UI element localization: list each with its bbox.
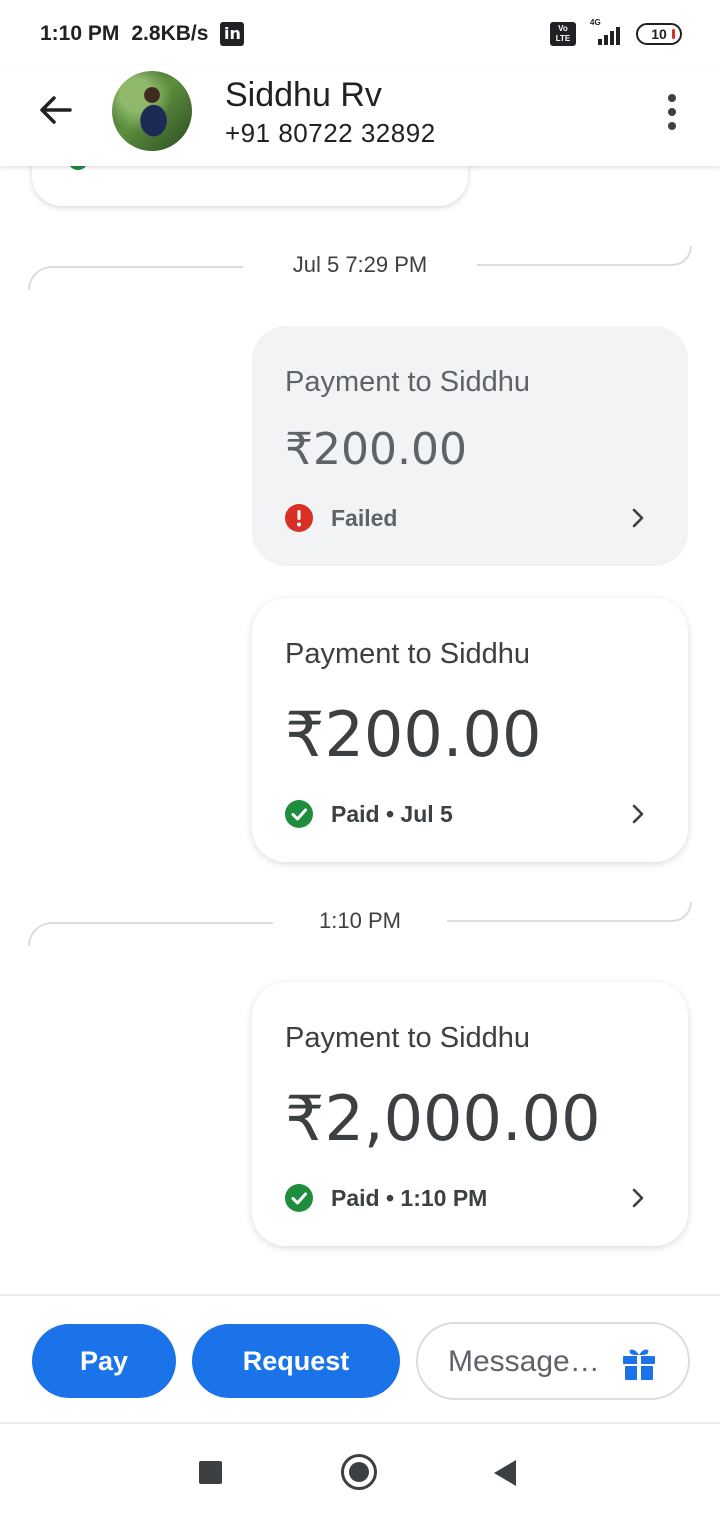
home-icon[interactable] (341, 1454, 377, 1490)
status-time: 1:10 PM (40, 22, 120, 45)
contact-phone: +91 80722 32892 (225, 118, 436, 148)
payment-amount: ₹2,000.00 (285, 1082, 601, 1155)
signal-label: 4G (590, 18, 601, 27)
payment-amount: ₹200.00 (285, 698, 542, 771)
back-triangle-icon[interactable] (494, 1460, 516, 1486)
divider-label: 1:10 PM (319, 908, 401, 933)
check-circle-icon (285, 1184, 313, 1212)
message-input[interactable] (448, 1342, 618, 1382)
contact-name[interactable]: Siddhu Rv (225, 76, 382, 115)
avatar[interactable] (112, 71, 192, 151)
gift-icon[interactable] (620, 1344, 658, 1382)
check-circle-icon (285, 800, 313, 828)
payment-title: Payment to Siddhu (285, 1022, 531, 1054)
payment-title: Payment to Siddhu (285, 638, 531, 670)
chat-header: Siddhu Rv +91 80722 32892 (0, 66, 720, 166)
payment-amount: ₹200.00 (285, 424, 467, 475)
status-bar: 1:10 PM 2.8KB/s in Vo LTE 4G 10 (0, 0, 720, 66)
battery-icon: 10 (636, 23, 682, 45)
status-left: 1:10 PM 2.8KB/s in (40, 22, 245, 46)
status-right: Vo LTE 4G 10 (550, 18, 682, 46)
chevron-right-icon (632, 508, 644, 528)
payment-status: Paid • Jul 5 (285, 800, 453, 828)
divider-label: Jul 5 7:29 PM (292, 252, 428, 277)
time-divider: 1:10 PM (28, 902, 692, 946)
pay-button[interactable]: Pay (32, 1324, 176, 1398)
payment-status: Paid • 1:10 PM (285, 1184, 487, 1212)
action-bar: Pay Request (0, 1294, 720, 1424)
payment-card-failed[interactable]: Payment to Siddhu ₹200.00 Failed (252, 326, 688, 566)
arrow-left-icon (40, 96, 72, 124)
payment-card-paid[interactable]: Payment to Siddhu ₹2,000.00 Paid • 1:10 … (252, 982, 688, 1246)
payment-card-paid[interactable]: Payment to Siddhu ₹200.00 Paid • Jul 5 (252, 598, 688, 862)
payment-title: Payment to Siddhu (285, 366, 531, 398)
payment-status-text: Failed (331, 504, 398, 531)
chevron-right-icon (632, 1188, 644, 1208)
back-button[interactable] (34, 88, 78, 132)
payment-status-text: Paid • 1:10 PM (331, 1184, 488, 1211)
more-options-button[interactable] (660, 92, 684, 132)
chevron-right-icon (632, 804, 644, 824)
volte-icon: Vo LTE (550, 22, 576, 46)
system-nav-bar (0, 1424, 720, 1520)
battery-level: 10 (651, 26, 667, 42)
recents-icon[interactable] (199, 1461, 222, 1484)
message-box[interactable] (416, 1322, 690, 1400)
signal-icon: 4G (588, 18, 624, 45)
request-button[interactable]: Request (192, 1324, 400, 1398)
payment-status-text: Paid • Jul 5 (331, 800, 453, 827)
error-icon (285, 504, 313, 532)
linkedin-icon: in (220, 22, 245, 46)
more-vert-icon (668, 94, 676, 102)
payment-status: Failed (285, 504, 397, 532)
date-divider: Jul 5 7:29 PM (28, 246, 692, 290)
network-speed: 2.8KB/s (131, 22, 209, 45)
